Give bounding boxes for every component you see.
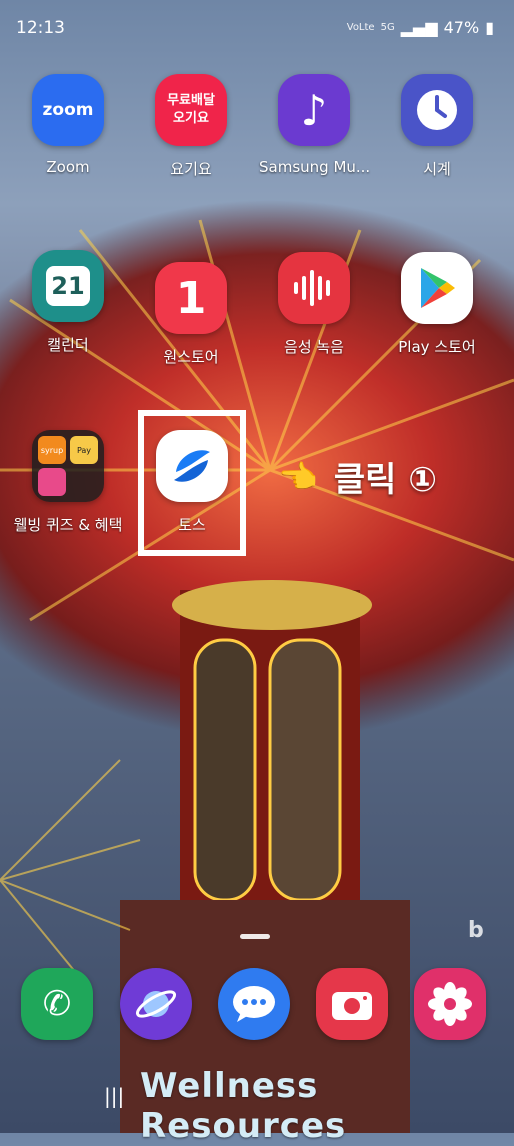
play-triangle-icon <box>421 268 455 308</box>
app-label: Samsung Mu... <box>259 158 371 176</box>
status-time: 12:13 <box>16 18 65 38</box>
page-indicator <box>240 934 270 939</box>
status-bar: 12:13 VoLte 5G ▂▄▆ 47% ▮ <box>0 0 514 56</box>
volte-indicator: VoLte <box>346 22 375 33</box>
music-note-icon: ♪ <box>300 85 328 135</box>
app-label: 요기요 <box>170 160 212 178</box>
clock-face-icon <box>417 90 457 130</box>
onestore-icon-text: 1 <box>175 272 207 324</box>
battery-percent: 47% <box>443 18 480 37</box>
calendar-icon: 21 <box>32 250 104 322</box>
zoom-icon: zoom <box>32 74 104 146</box>
phone-icon: ✆ <box>21 968 93 1040</box>
folder-label: 웰빙 퀴즈 & 혜택 <box>13 516 123 534</box>
status-indicators: VoLte 5G ▂▄▆ 47% ▮ <box>347 18 494 37</box>
messages-icon <box>218 968 290 1040</box>
app-label: 시계 <box>423 160 451 178</box>
app-play-store[interactable]: Play 스토어 <box>382 252 492 357</box>
zoom-icon-text: zoom <box>42 100 94 120</box>
highlight-box <box>138 410 246 556</box>
watermark-text: Wellness Resources <box>140 1066 347 1146</box>
empty-slot <box>70 468 98 496</box>
app-zoom[interactable]: zoom Zoom <box>13 74 123 176</box>
onestore-icon: 1 <box>155 262 227 334</box>
app-label: Zoom <box>46 158 90 176</box>
battery-icon: ▮ <box>485 18 494 37</box>
app-calendar[interactable]: 21 캘린더 <box>13 250 123 355</box>
flower-icon <box>428 982 472 1026</box>
annotation: 👈 클릭 ① <box>278 452 437 501</box>
app-label: 캘린더 <box>47 336 89 354</box>
app-label: 원스토어 <box>163 348 219 366</box>
bing-icon[interactable]: b <box>468 918 484 943</box>
dock-messages[interactable] <box>199 968 309 1040</box>
planet-icon <box>135 990 177 1018</box>
play-store-icon <box>401 252 473 324</box>
app-clock[interactable]: 시계 <box>382 74 492 179</box>
kbpay-mini-icon: Pay <box>70 436 98 464</box>
dock-gallery[interactable] <box>395 968 505 1040</box>
yogiyo-icon: 무료배달 오기요 <box>155 74 227 146</box>
handset-icon: ✆ <box>42 984 72 1024</box>
waveform-icon <box>294 270 330 306</box>
samsung-music-icon: ♪ <box>278 74 350 146</box>
dock-phone[interactable]: ✆ <box>2 968 112 1040</box>
camera-body-icon <box>332 992 372 1020</box>
calendar-date: 21 <box>46 266 90 306</box>
dock-internet[interactable] <box>101 968 211 1040</box>
recent-apps-button[interactable]: ||| <box>104 1084 124 1108</box>
clock-icon <box>401 74 473 146</box>
app-yogiyo[interactable]: 무료배달 오기요 요기요 <box>136 74 246 179</box>
app-voice-recorder[interactable]: 음성 녹음 <box>259 252 369 357</box>
internet-icon <box>120 968 192 1040</box>
network-5g-indicator: 5G <box>380 22 395 33</box>
app-label: Play 스토어 <box>398 338 476 356</box>
quiz-mini-icon <box>38 468 66 496</box>
folder-icon: syrup Pay <box>32 430 104 502</box>
pointing-hand-icon: 👈 <box>278 457 318 496</box>
annotation-text: 클릭 ① <box>333 460 438 500</box>
app-samsung-music[interactable]: ♪ Samsung Mu... <box>259 74 371 176</box>
app-label: 음성 녹음 <box>284 338 344 356</box>
voice-recorder-icon <box>278 252 350 324</box>
yogiyo-icon-text: 무료배달 오기요 <box>167 93 215 126</box>
camera-icon <box>316 968 388 1040</box>
chat-bubble-icon <box>233 986 275 1022</box>
app-onestore[interactable]: 1 원스토어 <box>136 262 246 367</box>
dock-camera[interactable] <box>297 968 407 1040</box>
folder-wellbeing[interactable]: syrup Pay 웰빙 퀴즈 & 혜택 <box>13 430 123 535</box>
signal-icon: ▂▄▆ <box>400 18 438 37</box>
gallery-icon <box>414 968 486 1040</box>
syrup-mini-icon: syrup <box>38 436 66 464</box>
